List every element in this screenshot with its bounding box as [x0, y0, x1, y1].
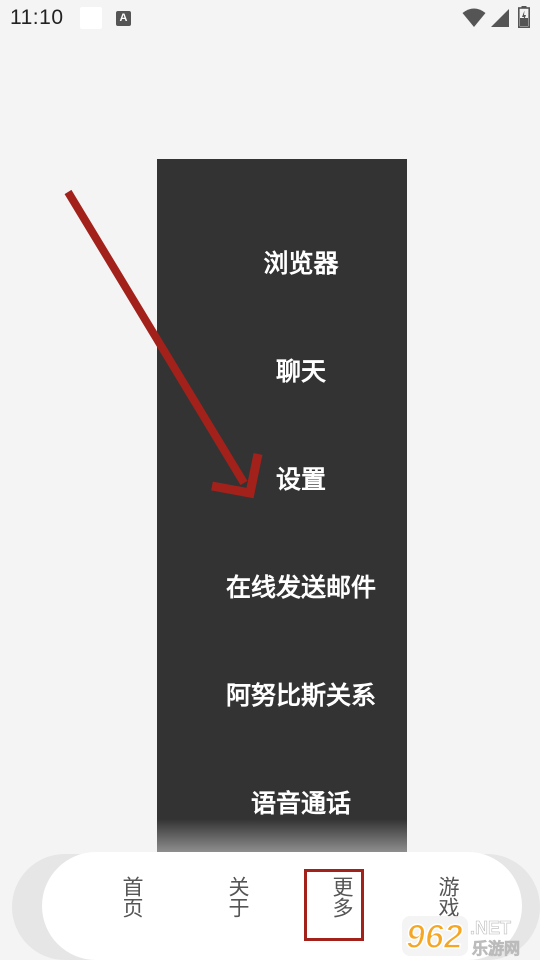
- menu-item-anubis[interactable]: 阿努比斯关系: [157, 664, 407, 724]
- menu-item-settings[interactable]: 设置: [157, 448, 407, 508]
- menu-item-label: 浏览器: [263, 249, 339, 278]
- menu-item-chat[interactable]: 聊天: [157, 340, 407, 400]
- menu-item-label: 阿努比斯关系: [225, 681, 376, 710]
- watermark-tagline: 乐游网: [472, 939, 520, 958]
- menu-item-label: 聊天: [275, 357, 326, 386]
- nav-item-more[interactable]: 更多: [314, 876, 354, 918]
- watermark-brand: 962: [406, 918, 463, 956]
- nav-item-home[interactable]: 首页: [104, 876, 144, 918]
- battery-icon: [518, 6, 530, 28]
- menu-item-label: 在线发送邮件: [225, 573, 376, 602]
- nav-item-about[interactable]: 关于: [210, 876, 250, 918]
- menu-item-browser[interactable]: 浏览器: [157, 232, 407, 292]
- menu-item-label: 设置: [275, 465, 326, 494]
- watermark-suffix: .NET: [470, 918, 511, 938]
- a-letter-icon: A: [116, 11, 131, 26]
- wifi-icon: [462, 8, 486, 27]
- menu-item-voice-call[interactable]: 语音通话: [157, 772, 407, 832]
- menu-item-send-email[interactable]: 在线发送邮件: [157, 556, 407, 616]
- more-popup-menu: 浏览器 聊天 设置 在线发送邮件 阿努比斯关系 语音通话: [157, 159, 407, 859]
- watermark-logo: 962 .NET 乐游网: [402, 916, 520, 958]
- menu-item-label: 语音通话: [250, 789, 351, 818]
- notification-icon: [80, 7, 102, 29]
- signal-icon: [491, 9, 509, 27]
- status-bar: 11:10 A: [0, 0, 540, 38]
- status-time: 11:10: [10, 6, 64, 29]
